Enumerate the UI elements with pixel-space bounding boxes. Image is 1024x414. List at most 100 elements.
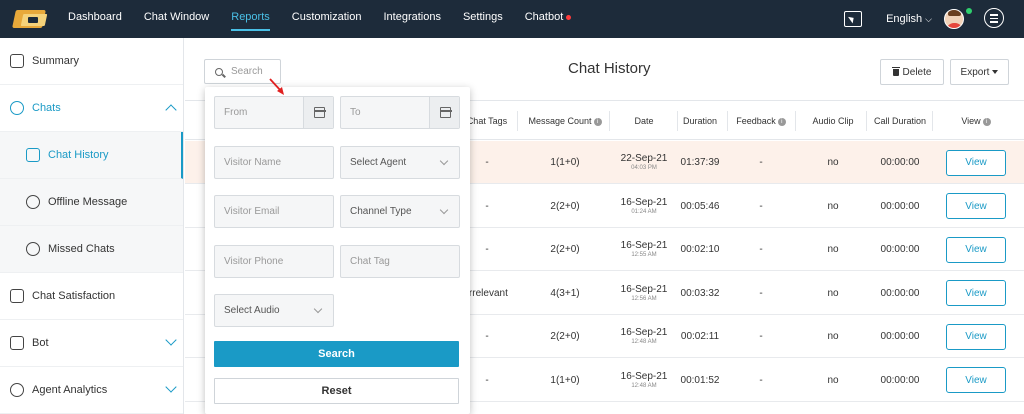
sidebar: Summary Chats Chat History Offline Messa… xyxy=(0,38,184,414)
chat-tag-placeholder: Chat Tag xyxy=(350,256,390,267)
time-value: 12:56 AM xyxy=(631,295,657,302)
cell-date: 16-Sep-21 12:55 AM xyxy=(610,228,678,271)
cell-call-duration: 00:00:00 xyxy=(880,287,920,299)
cell-call-duration: 00:00:00 xyxy=(880,331,920,342)
column-date[interactable]: Date xyxy=(610,101,678,141)
channel-type-dropdown[interactable]: Channel Type xyxy=(340,195,460,228)
view-button[interactable]: View xyxy=(946,367,1006,393)
page-title: Chat History xyxy=(568,60,651,77)
nav-chatbot[interactable]: Chatbot xyxy=(525,0,572,38)
view-button[interactable]: View xyxy=(946,236,1006,263)
search-filter-panel: From To Visitor Name Select Agent Visito… xyxy=(205,87,470,414)
user-avatar[interactable] xyxy=(944,9,964,29)
chat-history-icon xyxy=(26,148,40,162)
view-button[interactable]: View xyxy=(946,280,1006,306)
cell-view: View xyxy=(940,185,1012,228)
view-button[interactable]: View xyxy=(946,149,1006,176)
view-button[interactable]: View xyxy=(946,323,1006,350)
nav-settings[interactable]: Settings xyxy=(463,0,503,38)
cell-call-duration: 00:00:00 xyxy=(880,244,920,255)
cell-feedback: - xyxy=(759,287,763,299)
export-button[interactable]: Export xyxy=(950,59,1009,85)
brand-logo[interactable] xyxy=(12,8,50,30)
sidebar-item-label: Chats xyxy=(32,102,61,114)
nav-dashboard[interactable]: Dashboard xyxy=(68,0,122,38)
from-date-field[interactable]: From xyxy=(214,96,334,129)
sidebar-item-label: Summary xyxy=(32,55,80,67)
cell-message-count: 2(2+0) xyxy=(550,244,580,255)
info-icon[interactable]: i xyxy=(593,117,602,126)
visitor-phone-input[interactable]: Visitor Phone xyxy=(214,245,334,278)
visitor-name-input[interactable]: Visitor Name xyxy=(214,146,334,179)
chat-bubble-icon xyxy=(10,101,24,115)
cell-feedback: - xyxy=(759,244,763,255)
cell-audio-clip: no xyxy=(827,287,839,299)
reset-button[interactable]: Reset xyxy=(214,378,459,404)
sidebar-item-summary[interactable]: Summary xyxy=(0,38,183,85)
cell-call-duration: 00:00:00 xyxy=(880,200,920,212)
screen-share-icon[interactable] xyxy=(844,11,863,27)
analytics-icon xyxy=(10,383,24,397)
nav-chatbot-label: Chatbot xyxy=(524,11,564,23)
sidebar-item-offline-message[interactable]: Offline Message xyxy=(0,179,183,226)
notification-dot xyxy=(566,14,572,20)
view-button[interactable]: View xyxy=(946,193,1006,219)
missed-chat-icon xyxy=(26,242,40,256)
column-message-count[interactable]: Message Count i xyxy=(520,101,610,141)
online-status-dot xyxy=(966,8,972,14)
nav-integrations[interactable]: Integrations xyxy=(383,0,440,38)
sidebar-item-agent-analytics[interactable]: Agent Analytics xyxy=(0,367,183,414)
channel-type-value: Channel Type xyxy=(350,206,412,217)
thumbs-up-icon xyxy=(10,289,24,303)
cell-view: View xyxy=(940,141,1012,184)
column-duration[interactable]: Duration xyxy=(678,101,722,141)
column-call-duration[interactable]: Call Duration xyxy=(867,101,933,141)
sidebar-item-chat-satisfaction[interactable]: Chat Satisfaction xyxy=(0,273,183,320)
to-date-field[interactable]: To xyxy=(340,96,460,129)
info-icon[interactable]: i xyxy=(777,117,786,126)
delete-button[interactable]: Delete xyxy=(880,59,944,85)
nav-customization[interactable]: Customization xyxy=(292,0,362,38)
cell-audio-clip: no xyxy=(827,374,839,386)
column-feedback[interactable]: Feedback i xyxy=(730,101,792,141)
sidebar-item-label: Missed Chats xyxy=(48,243,115,255)
cell-view: View xyxy=(940,359,1012,402)
search-button[interactable]: Search xyxy=(214,341,459,367)
column-view[interactable]: View i xyxy=(940,101,1012,141)
select-audio-dropdown[interactable]: Select Audio xyxy=(214,294,334,327)
calendar-icon[interactable] xyxy=(303,97,333,128)
cell-message-count: 1(1+0) xyxy=(550,374,580,386)
caret-down-icon xyxy=(992,70,999,74)
time-value: 12:48 AM xyxy=(631,382,657,389)
chevron-down-icon xyxy=(313,304,323,314)
column-audio-clip[interactable]: Audio Clip xyxy=(799,101,867,141)
cell-feedback: - xyxy=(759,200,763,212)
sidebar-item-missed-chats[interactable]: Missed Chats xyxy=(0,226,183,273)
sidebar-item-chat-history[interactable]: Chat History xyxy=(0,132,183,179)
column-separator xyxy=(517,111,518,131)
cell-duration: 00:05:46 xyxy=(680,200,720,212)
language-label: English xyxy=(886,13,923,25)
cell-duration: 01:37:39 xyxy=(680,157,720,168)
calendar-icon[interactable] xyxy=(429,97,459,128)
cell-audio-clip: no xyxy=(827,244,839,255)
cell-message-count: 2(2+0) xyxy=(550,200,580,212)
nav-chat-window[interactable]: Chat Window xyxy=(144,0,209,38)
column-label: Message Count xyxy=(528,116,592,126)
info-icon[interactable]: i xyxy=(982,117,991,126)
sidebar-item-chats[interactable]: Chats xyxy=(0,85,183,132)
visitor-email-input[interactable]: Visitor Email xyxy=(214,195,334,228)
search-icon xyxy=(215,67,223,76)
cell-duration: 00:03:32 xyxy=(680,287,720,299)
chat-tag-input[interactable]: Chat Tag xyxy=(340,245,460,278)
select-agent-dropdown[interactable]: Select Agent xyxy=(340,146,460,179)
chevron-down-icon: ⌵ xyxy=(925,14,932,24)
nav-reports[interactable]: Reports xyxy=(231,0,270,38)
menu-icon[interactable] xyxy=(984,8,1004,28)
language-selector[interactable]: English ⌵ xyxy=(886,13,932,25)
from-date-placeholder: From xyxy=(224,107,248,118)
cell-date: 16-Sep-21 12:48 AM xyxy=(610,315,678,358)
cell-message-count: 4(3+1) xyxy=(550,287,580,299)
sidebar-item-bot[interactable]: Bot xyxy=(0,320,183,367)
chevron-up-icon xyxy=(165,104,177,116)
